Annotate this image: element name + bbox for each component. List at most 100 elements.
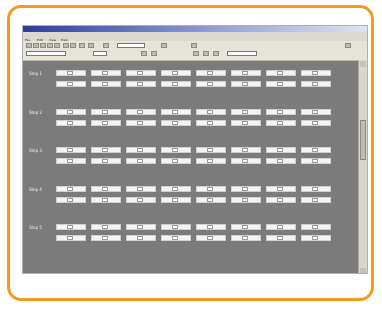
cell-value-field[interactable] — [207, 198, 213, 202]
cell-value-field[interactable] — [242, 159, 248, 163]
cell-value-field[interactable] — [172, 82, 178, 86]
cell-value-field[interactable] — [277, 121, 283, 125]
cell-value-field[interactable] — [102, 82, 108, 86]
toolbar-button[interactable] — [79, 43, 85, 48]
cell-value-field[interactable] — [137, 148, 143, 152]
toolbar-button[interactable] — [54, 43, 60, 48]
scroll-up-button[interactable] — [360, 61, 366, 67]
cell-value-field[interactable] — [67, 110, 73, 114]
cell-value-field[interactable] — [172, 236, 178, 240]
cell-value-field[interactable] — [242, 110, 248, 114]
cell-value-field[interactable] — [242, 121, 248, 125]
cell-value-field[interactable] — [207, 187, 213, 191]
toolbar-button[interactable] — [63, 43, 69, 48]
toolbar-button[interactable] — [26, 43, 32, 48]
toolbar-button[interactable] — [161, 43, 167, 48]
cell-value-field[interactable] — [277, 236, 283, 240]
cell-value-field[interactable] — [242, 148, 248, 152]
cell-value-field[interactable] — [277, 110, 283, 114]
cell-value-field[interactable] — [277, 82, 283, 86]
cell-value-field[interactable] — [312, 148, 318, 152]
cell-value-field[interactable] — [277, 198, 283, 202]
cell-value-field[interactable] — [242, 187, 248, 191]
cell-value-field[interactable] — [67, 82, 73, 86]
window-control-button[interactable] — [345, 43, 351, 48]
cell-value-field[interactable] — [137, 225, 143, 229]
cell-value-field[interactable] — [207, 110, 213, 114]
cell-value-field[interactable] — [277, 225, 283, 229]
cell-value-field[interactable] — [312, 198, 318, 202]
cell-value-field[interactable] — [172, 159, 178, 163]
cell-value-field[interactable] — [242, 236, 248, 240]
toolbar-field[interactable] — [93, 51, 107, 56]
cell-value-field[interactable] — [67, 71, 73, 75]
toolbar-button[interactable] — [40, 43, 46, 48]
toolbar-button[interactable] — [88, 43, 94, 48]
toolbar-button[interactable] — [47, 43, 53, 48]
scroll-down-button[interactable] — [360, 268, 366, 273]
cell-value-field[interactable] — [137, 82, 143, 86]
vertical-scrollbar[interactable] — [358, 60, 367, 273]
cell-value-field[interactable] — [207, 225, 213, 229]
cell-value-field[interactable] — [207, 71, 213, 75]
cell-value-field[interactable] — [102, 236, 108, 240]
cell-value-field[interactable] — [137, 71, 143, 75]
cell-value-field[interactable] — [277, 159, 283, 163]
cell-value-field[interactable] — [102, 148, 108, 152]
cell-value-field[interactable] — [207, 159, 213, 163]
cell-value-field[interactable] — [67, 148, 73, 152]
cell-value-field[interactable] — [102, 71, 108, 75]
cell-value-field[interactable] — [137, 110, 143, 114]
cell-value-field[interactable] — [277, 187, 283, 191]
toolbar-button[interactable] — [70, 43, 76, 48]
cell-value-field[interactable] — [137, 187, 143, 191]
cell-value-field[interactable] — [102, 159, 108, 163]
cell-value-field[interactable] — [67, 121, 73, 125]
cell-value-field[interactable] — [312, 121, 318, 125]
toolbar-button[interactable] — [33, 43, 39, 48]
cell-value-field[interactable] — [207, 148, 213, 152]
cell-value-field[interactable] — [312, 236, 318, 240]
toolbar-button[interactable] — [141, 51, 147, 56]
cell-value-field[interactable] — [277, 148, 283, 152]
toolbar-button[interactable] — [213, 51, 219, 56]
cell-value-field[interactable] — [312, 225, 318, 229]
cell-value-field[interactable] — [172, 198, 178, 202]
cell-value-field[interactable] — [172, 71, 178, 75]
cell-value-field[interactable] — [312, 110, 318, 114]
cell-value-field[interactable] — [137, 159, 143, 163]
toolbar-button[interactable] — [151, 51, 157, 56]
cell-value-field[interactable] — [67, 198, 73, 202]
toolbar-field[interactable] — [117, 43, 145, 48]
cell-value-field[interactable] — [312, 82, 318, 86]
scroll-thumb[interactable] — [360, 120, 366, 160]
cell-value-field[interactable] — [137, 236, 143, 240]
cell-value-field[interactable] — [67, 236, 73, 240]
cell-value-field[interactable] — [207, 121, 213, 125]
cell-value-field[interactable] — [102, 187, 108, 191]
cell-value-field[interactable] — [242, 71, 248, 75]
cell-value-field[interactable] — [67, 187, 73, 191]
cell-value-field[interactable] — [102, 198, 108, 202]
cell-value-field[interactable] — [242, 82, 248, 86]
cell-value-field[interactable] — [242, 198, 248, 202]
cell-value-field[interactable] — [102, 110, 108, 114]
cell-value-field[interactable] — [137, 198, 143, 202]
toolbar-button[interactable] — [203, 51, 209, 56]
cell-value-field[interactable] — [207, 236, 213, 240]
toolbar-field[interactable] — [26, 51, 66, 56]
cell-value-field[interactable] — [67, 225, 73, 229]
toolbar-button[interactable] — [103, 43, 109, 48]
cell-value-field[interactable] — [312, 187, 318, 191]
cell-value-field[interactable] — [137, 121, 143, 125]
toolbar-button[interactable] — [191, 43, 197, 48]
toolbar-field[interactable] — [227, 51, 257, 56]
cell-value-field[interactable] — [102, 121, 108, 125]
cell-value-field[interactable] — [102, 225, 108, 229]
cell-value-field[interactable] — [312, 159, 318, 163]
toolbar-button[interactable] — [193, 51, 199, 56]
cell-value-field[interactable] — [172, 121, 178, 125]
cell-value-field[interactable] — [172, 110, 178, 114]
cell-value-field[interactable] — [277, 71, 283, 75]
cell-value-field[interactable] — [207, 82, 213, 86]
